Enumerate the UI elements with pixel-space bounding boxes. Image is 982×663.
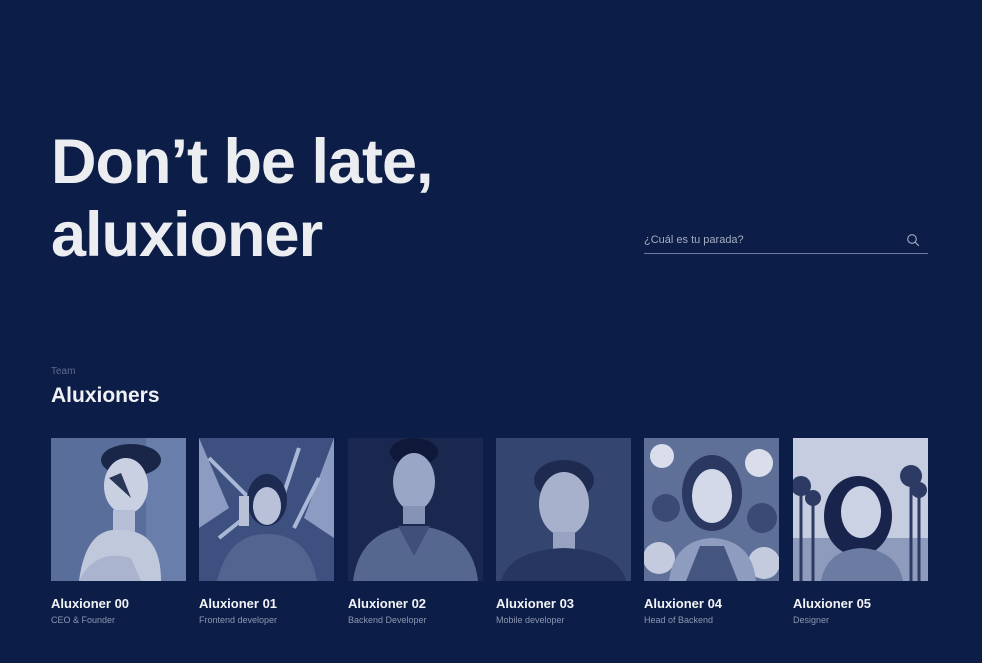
hero-title-line-1: Don’t be late, [51,127,434,197]
member-name: Aluxioner 03 [496,596,575,611]
stop-search-input[interactable] [644,231,894,249]
team-member-card[interactable]: Aluxioner 05 Designer [793,438,928,625]
team-member-card[interactable]: Aluxioner 02 Backend Developer [348,438,483,625]
member-name: Aluxioner 02 [348,596,427,611]
team-member-card[interactable]: Aluxioner 03 Mobile developer [496,438,631,625]
member-role: Designer [793,615,830,625]
member-photo [644,438,779,581]
stop-search [644,229,928,254]
member-photo [51,438,186,581]
team-grid: Aluxioner 00 CEO & Founder Aluxioner 01 … [51,438,928,638]
member-role: CEO & Founder [51,615,116,625]
team-member-card[interactable]: Aluxioner 00 CEO & Founder [51,438,186,625]
member-name: Aluxioner 01 [199,596,278,611]
member-photo [199,438,334,581]
search-icon[interactable] [906,233,920,247]
member-photo [793,438,928,581]
hero-title: Don’t be late, aluxioner [51,126,434,272]
member-name: Aluxioner 04 [644,596,723,611]
member-name: Aluxioner 00 [51,596,130,611]
member-role: Frontend developer [199,615,278,625]
member-photo [348,438,483,581]
member-role: Head of Backend [644,615,714,625]
member-name: Aluxioner 05 [793,596,872,611]
section-title: Aluxioners [51,384,160,407]
page: Don’t be late, aluxioner Team Aluxioners [0,0,982,663]
member-role: Mobile developer [496,615,565,625]
hero-title-line-2: aluxioner [51,200,323,270]
section-eyebrow: Team [51,366,76,377]
team-member-card[interactable]: Aluxioner 01 Frontend developer [199,438,334,625]
team-member-card[interactable]: Aluxioner 04 Head of Backend [644,438,779,625]
member-photo [496,438,631,581]
member-role: Backend Developer [348,615,427,625]
